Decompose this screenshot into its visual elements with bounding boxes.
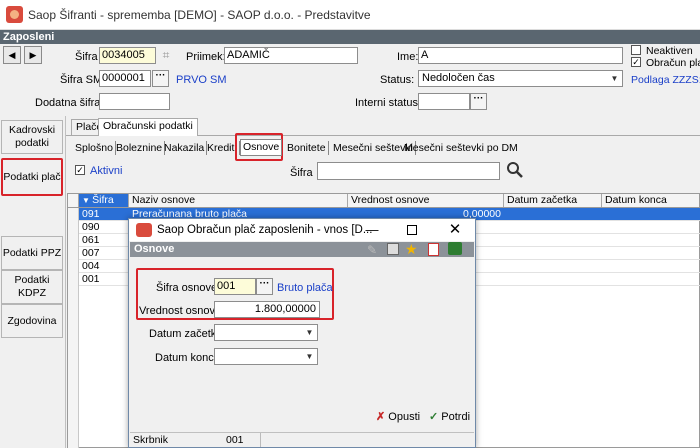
opusti-label: Opusti bbox=[388, 411, 421, 423]
dodatna-sifra-input[interactable] bbox=[99, 93, 170, 110]
edit-icon[interactable]: ✎ bbox=[367, 243, 377, 257]
opusti-button[interactable]: ✗ Opusti bbox=[376, 410, 420, 423]
next-record-button[interactable]: ▶ bbox=[24, 46, 42, 64]
potrdi-button[interactable]: ✓ Potrdi bbox=[429, 410, 470, 423]
ime-label: Ime: bbox=[397, 51, 419, 63]
datum-zacetka-picker[interactable]: ▼ bbox=[214, 324, 318, 341]
grid-indicator-header bbox=[68, 194, 79, 207]
subtab-splosno[interactable]: Splošno bbox=[73, 141, 116, 155]
grid-header: ▼ Šifra Naziv osnove Vrednost osnove Dat… bbox=[68, 194, 699, 208]
aktivni-checkbox[interactable]: ✓ bbox=[75, 165, 85, 175]
dialog-app-icon bbox=[136, 223, 152, 237]
obracun-checkbox[interactable]: ✓ bbox=[631, 57, 641, 67]
obracun-label: Obračun plač bbox=[646, 57, 700, 69]
datum-konca-picker[interactable]: ▼ bbox=[214, 348, 318, 365]
sifra-input[interactable]: 0034005 bbox=[99, 47, 156, 64]
skrbnik-value: 001 bbox=[226, 434, 244, 446]
status-label: Status: bbox=[380, 74, 415, 86]
grid-col-sifra-label: Šifra bbox=[92, 194, 114, 206]
sidebar-podatki-plac-button[interactable]: Podatki plač bbox=[1, 158, 63, 196]
priimek-label: Priimek: bbox=[186, 51, 226, 63]
previous-record-button[interactable]: ◀ bbox=[3, 46, 21, 64]
status-value: Nedoločen čas bbox=[422, 72, 495, 84]
window-titlebar: Saop Šifranti - sprememba [DEMO] - SAOP … bbox=[0, 0, 700, 30]
interni-statusi-label: Interni statusi: bbox=[355, 97, 424, 109]
aktivni-label: Aktivni bbox=[90, 165, 123, 177]
cell-sifra: 091 bbox=[82, 208, 100, 220]
sidebar-kadrovski-button[interactable]: Kadrovski podatki bbox=[1, 120, 63, 154]
grid-col-naziv[interactable]: Naziv osnove bbox=[129, 194, 348, 207]
cell-sifra: 004 bbox=[82, 260, 100, 272]
filter-sifra-label: Šifra bbox=[290, 167, 313, 179]
dialog-title: Saop Obračun plač zaposlenih - vnos [D..… bbox=[157, 224, 373, 236]
interni-statusi-input[interactable] bbox=[418, 93, 470, 110]
dialog-caption: Osnove bbox=[130, 242, 474, 257]
priimek-input[interactable]: ADAMIČ bbox=[224, 47, 358, 64]
tab-obracunski-podatki[interactable]: Obračunski podatki bbox=[98, 118, 198, 136]
star-icon[interactable]: ★ bbox=[405, 241, 418, 258]
book-icon[interactable] bbox=[448, 242, 462, 255]
sort-down-icon: ▼ bbox=[82, 196, 93, 205]
neaktiven-label: Neaktiven bbox=[646, 45, 693, 57]
subtab-nakazila[interactable]: Nakazila bbox=[162, 141, 208, 155]
check-icon: ✓ bbox=[429, 411, 439, 423]
delete-icon[interactable] bbox=[428, 243, 439, 256]
subtab-osnove[interactable]: Osnove bbox=[240, 139, 283, 156]
skrbnik-label: Skrbnik bbox=[133, 434, 169, 446]
vrednost-osnove-label: Vrednost osnove bbox=[139, 305, 222, 317]
osnove-dialog: Saop Obračun plač zaposlenih - vnos [D..… bbox=[128, 218, 476, 448]
dialog-titlebar: Saop Obračun plač zaposlenih - vnos [D..… bbox=[129, 219, 475, 241]
ime-input[interactable]: A bbox=[418, 47, 623, 64]
calculator-icon[interactable]: ⌗ bbox=[159, 48, 173, 62]
subtab-bonitete[interactable]: Bonitete bbox=[285, 141, 329, 155]
sifra-osnove-lookup-button[interactable]: ··· bbox=[256, 278, 273, 295]
cell-sifra: 001 bbox=[82, 273, 100, 285]
minimize-icon[interactable]: — bbox=[363, 221, 381, 239]
vrednost-osnove-input[interactable]: 1.800,00000 bbox=[214, 301, 320, 318]
search-icon[interactable] bbox=[506, 161, 524, 179]
datum-konca-label: Datum konca bbox=[155, 352, 220, 364]
cell-sifra: 090 bbox=[82, 221, 100, 233]
filter-sifra-input[interactable] bbox=[317, 162, 500, 180]
chevron-down-icon: ▼ bbox=[610, 74, 619, 83]
status-select[interactable]: Nedoločen čas ▼ bbox=[418, 70, 623, 87]
sidebar-zgodovina-button[interactable]: Zgodovina bbox=[1, 304, 63, 338]
sifra-sm-input[interactable]: 0000001 bbox=[99, 70, 151, 87]
chevron-down-icon: ▼ bbox=[305, 352, 314, 361]
maximize-icon[interactable] bbox=[407, 225, 417, 235]
cell-sifra: 007 bbox=[82, 247, 100, 259]
section-header: Zaposleni bbox=[0, 30, 700, 44]
sifra-sm-lookup-button[interactable]: ··· bbox=[152, 70, 169, 87]
interni-statusi-lookup-button[interactable]: ··· bbox=[470, 93, 487, 110]
potrdi-label: Potrdi bbox=[441, 411, 471, 423]
grid-col-vrednost[interactable]: Vrednost osnove bbox=[348, 194, 504, 207]
sifra-osnove-label: Šifra osnove bbox=[156, 282, 218, 294]
cell-sifra: 061 bbox=[82, 234, 100, 246]
datum-zacetka-label: Datum začetka bbox=[149, 328, 223, 340]
neaktiven-checkbox[interactable] bbox=[631, 45, 641, 55]
sifra-osnove-input[interactable]: 001 bbox=[214, 278, 256, 295]
document-icon[interactable] bbox=[387, 243, 399, 255]
sm-link[interactable]: PRVO SM bbox=[176, 74, 227, 86]
sifra-label: Šifra bbox=[75, 51, 98, 63]
subtab-boleznine[interactable]: Boleznine bbox=[114, 141, 166, 155]
dialog-statusbar: Skrbnik 001 bbox=[130, 432, 474, 447]
chevron-down-icon: ▼ bbox=[305, 328, 314, 337]
close-icon[interactable]: ✕ bbox=[445, 220, 465, 240]
cancel-x-icon: ✗ bbox=[376, 411, 386, 423]
window-title: Saop Šifranti - sprememba [DEMO] - SAOP … bbox=[28, 8, 371, 22]
status-divider bbox=[260, 433, 261, 447]
subtab-mesecni-sestevki-po-dm[interactable]: Mesečni seštevki po DM bbox=[402, 141, 520, 155]
podlaga-link[interactable]: Podlaga ZZZS: 00 bbox=[631, 74, 700, 86]
grid-col-datum-konca[interactable]: Datum konca bbox=[602, 194, 700, 207]
sifra-sm-label: Šifra SM bbox=[60, 74, 103, 86]
sidebar-podatki-kdpz-button[interactable]: Podatki KDPZ bbox=[1, 270, 63, 304]
bruto-placa-link[interactable]: Bruto plača bbox=[277, 282, 333, 294]
grid-col-datum-zacetka[interactable]: Datum začetka bbox=[504, 194, 602, 207]
sidebar-podatki-ppz-button[interactable]: Podatki PPZ bbox=[1, 236, 63, 270]
app-icon bbox=[6, 6, 23, 23]
grid-col-sifra[interactable]: ▼ Šifra bbox=[79, 194, 129, 207]
dodatna-sifra-label: Dodatna šifra: bbox=[35, 97, 104, 109]
grid-indicator-column bbox=[68, 208, 79, 448]
